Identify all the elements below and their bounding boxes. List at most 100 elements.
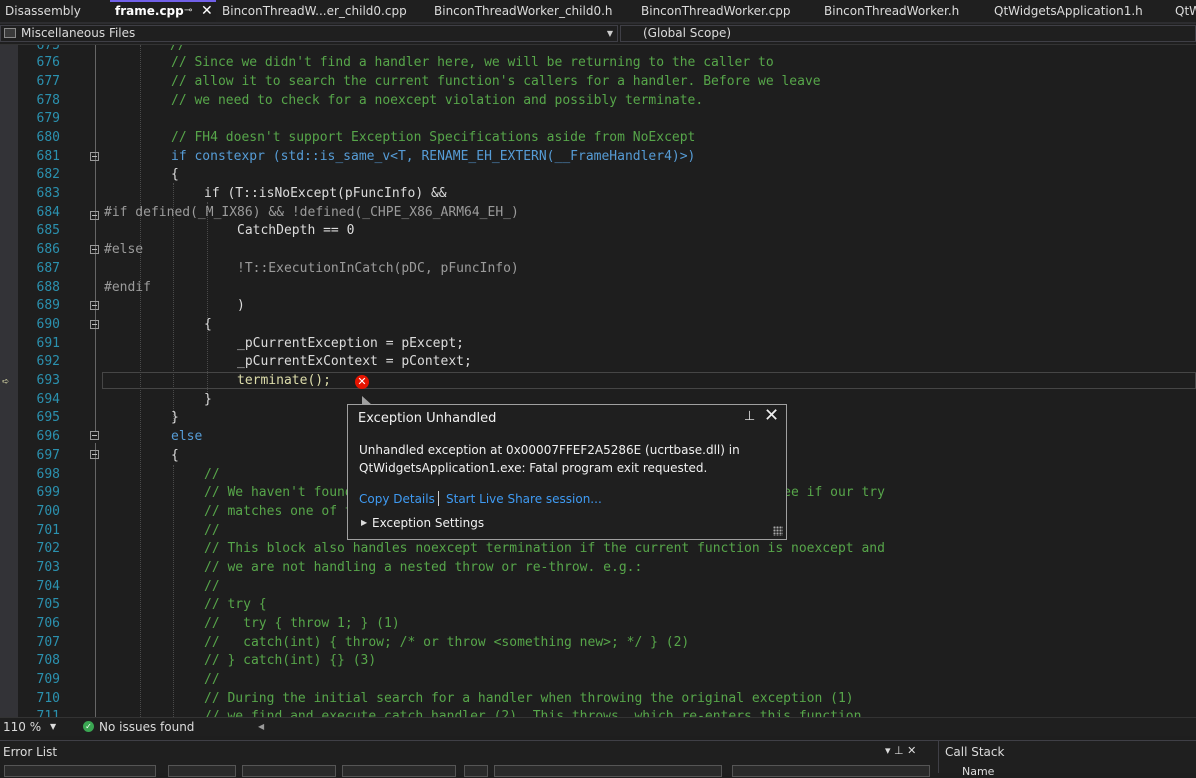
collapse-icon[interactable] [90, 431, 99, 440]
code-line: { [171, 448, 179, 463]
collapse-icon[interactable] [90, 450, 99, 459]
error-list-title[interactable]: Error List [3, 745, 57, 759]
line-number: 687 [36, 261, 60, 276]
line-number: 680 [36, 130, 60, 145]
member-scope-label: (Global Scope) [643, 26, 732, 40]
build-intellisense-dropdown[interactable] [494, 765, 722, 777]
error-x-icon[interactable]: ✕ [355, 375, 369, 389]
collapse-icon[interactable] [90, 152, 99, 161]
scroll-left-icon[interactable]: ◀ [258, 718, 264, 736]
close-icon[interactable]: ✕ [764, 405, 779, 426]
tab-label: Disassembly [5, 4, 81, 18]
tab-binconthreadworker-child0-cpp[interactable]: BinconThreadW...er_child0.cpp [217, 0, 427, 22]
tab-label: BinconThreadWorker_child0.h [434, 4, 613, 18]
code-line: #endif [104, 280, 151, 295]
code-line: { [204, 317, 212, 332]
line-number: 691 [36, 336, 60, 351]
line-number: 700 [36, 504, 60, 519]
line-number: 684 [36, 205, 60, 220]
line-number: 708 [36, 653, 60, 668]
line-number: 677 [36, 74, 60, 89]
tab-binconthreadworker-h[interactable]: BinconThreadWorker.h [819, 0, 987, 22]
resize-grip-icon[interactable] [773, 526, 783, 536]
line-number: 703 [36, 560, 60, 575]
code-line: // [204, 467, 220, 482]
project-scope-dropdown[interactable]: Miscellaneous Files ▼ [0, 25, 618, 42]
collapse-icon[interactable] [90, 320, 99, 329]
panel-controls[interactable]: ▾ ⊥ ✕ [885, 744, 916, 757]
code-line: // FH4 doesn't support Exception Specifi… [171, 130, 696, 145]
copy-details-link[interactable]: Copy Details [359, 492, 435, 506]
scope-filter-dropdown[interactable] [4, 765, 156, 777]
code-line: // allow it to search the current functi… [171, 74, 821, 89]
code-line: _pCurrentException = pExcept; [237, 336, 464, 351]
line-number: 695 [36, 410, 60, 425]
tab-label: QtW [1175, 4, 1196, 18]
messages-filter-button[interactable] [342, 765, 456, 777]
navigation-bar: Miscellaneous Files ▼ (Global Scope) [0, 24, 1196, 45]
line-number: 690 [36, 317, 60, 332]
exception-settings-toggle[interactable]: Exception Settings [372, 516, 484, 530]
filter-icon[interactable] [464, 765, 488, 777]
code-line: // Since we didn't find a handler here, … [171, 55, 774, 70]
tab-qtw[interactable]: QtW [1170, 0, 1196, 22]
line-number: 682 [36, 167, 60, 182]
tab-binconthreadworker-child0-h[interactable]: BinconThreadWorker_child0.h [429, 0, 635, 22]
code-editor[interactable]: ➪ 675 // 676 677 678 679 680 681 682 683… [0, 45, 1196, 717]
exception-title: Exception Unhandled [358, 411, 497, 426]
line-number: 689 [36, 298, 60, 313]
code-line: // } catch(int) {} (3) [204, 653, 377, 668]
code-line: if (T::isNoExcept(pFuncInfo) && [204, 186, 447, 201]
code-line: if constexpr (std::is_same_v<T, RENAME_E… [171, 149, 696, 164]
warnings-filter-button[interactable] [242, 765, 336, 777]
indent-guide [207, 202, 208, 394]
tab-qtwidgetsapplication1-h[interactable]: QtWidgetsApplication1.h [989, 0, 1169, 22]
line-number: 706 [36, 616, 60, 631]
current-statement-arrow-icon: ➪ [2, 374, 10, 388]
exception-helper-popup: Exception Unhandled ⊥ ✕ Unhandled except… [347, 404, 787, 540]
tab-frame-cpp[interactable]: frame.cpp ⊸ ✕ [110, 0, 216, 22]
tab-label: BinconThreadW...er_child0.cpp [222, 4, 407, 18]
issues-status[interactable]: No issues found [99, 718, 194, 736]
collapse-icon[interactable] [90, 301, 99, 310]
code-line: #else [104, 242, 144, 257]
errors-filter-button[interactable] [168, 765, 236, 777]
code-line: } [204, 392, 212, 407]
pin-icon[interactable]: ⊸ [184, 2, 192, 20]
member-scope-dropdown[interactable]: (Global Scope) [620, 25, 1196, 42]
code-line: { [171, 167, 179, 182]
code-line: terminate(); [237, 373, 331, 388]
tab-binconthreadworker-cpp[interactable]: BinconThreadWorker.cpp [636, 0, 818, 22]
chevron-down-icon[interactable]: ▼ [50, 718, 56, 736]
line-number: 705 [36, 597, 60, 612]
zoom-level[interactable]: 110 % [3, 718, 41, 736]
outline-line [95, 443, 96, 717]
code-line: // [204, 672, 220, 687]
project-scope-label: Miscellaneous Files [21, 26, 136, 40]
tab-label: BinconThreadWorker.cpp [641, 4, 791, 18]
line-number: 699 [36, 485, 60, 500]
line-number: 696 [36, 429, 60, 444]
pin-icon[interactable]: ⊥ [744, 409, 755, 424]
bottom-tool-windows: Error List ▾ ⊥ ✕ Call Stack Name [0, 740, 1196, 778]
line-number: 711 [36, 709, 60, 717]
panel-divider [938, 741, 939, 773]
exception-message: QtWidgetsApplication1.exe: Fatal program… [359, 461, 708, 475]
line-number: 698 [36, 467, 60, 482]
expand-triangle-icon[interactable]: ▶ [361, 518, 367, 527]
indent-guide [173, 465, 174, 717]
code-line: // we find and execute catch handler (2)… [204, 709, 862, 717]
live-share-link[interactable]: Start Live Share session... [446, 492, 602, 506]
tab-label: QtWidgetsApplication1.h [994, 4, 1143, 18]
code-line: // This block also handles noexcept term… [204, 541, 885, 556]
document-tab-strip: Disassembly frame.cpp ⊸ ✕ BinconThreadW.… [0, 0, 1196, 24]
code-line: // we need to check for a noexcept viola… [171, 93, 704, 108]
search-error-list-input[interactable] [732, 765, 930, 777]
collapse-icon[interactable] [90, 245, 99, 254]
call-stack-title[interactable]: Call Stack [945, 745, 1004, 759]
tab-disassembly[interactable]: Disassembly [0, 0, 110, 22]
close-icon[interactable]: ✕ [201, 2, 213, 20]
collapse-icon[interactable] [90, 211, 99, 220]
line-number: 678 [36, 93, 60, 108]
code-line: // [204, 523, 220, 538]
